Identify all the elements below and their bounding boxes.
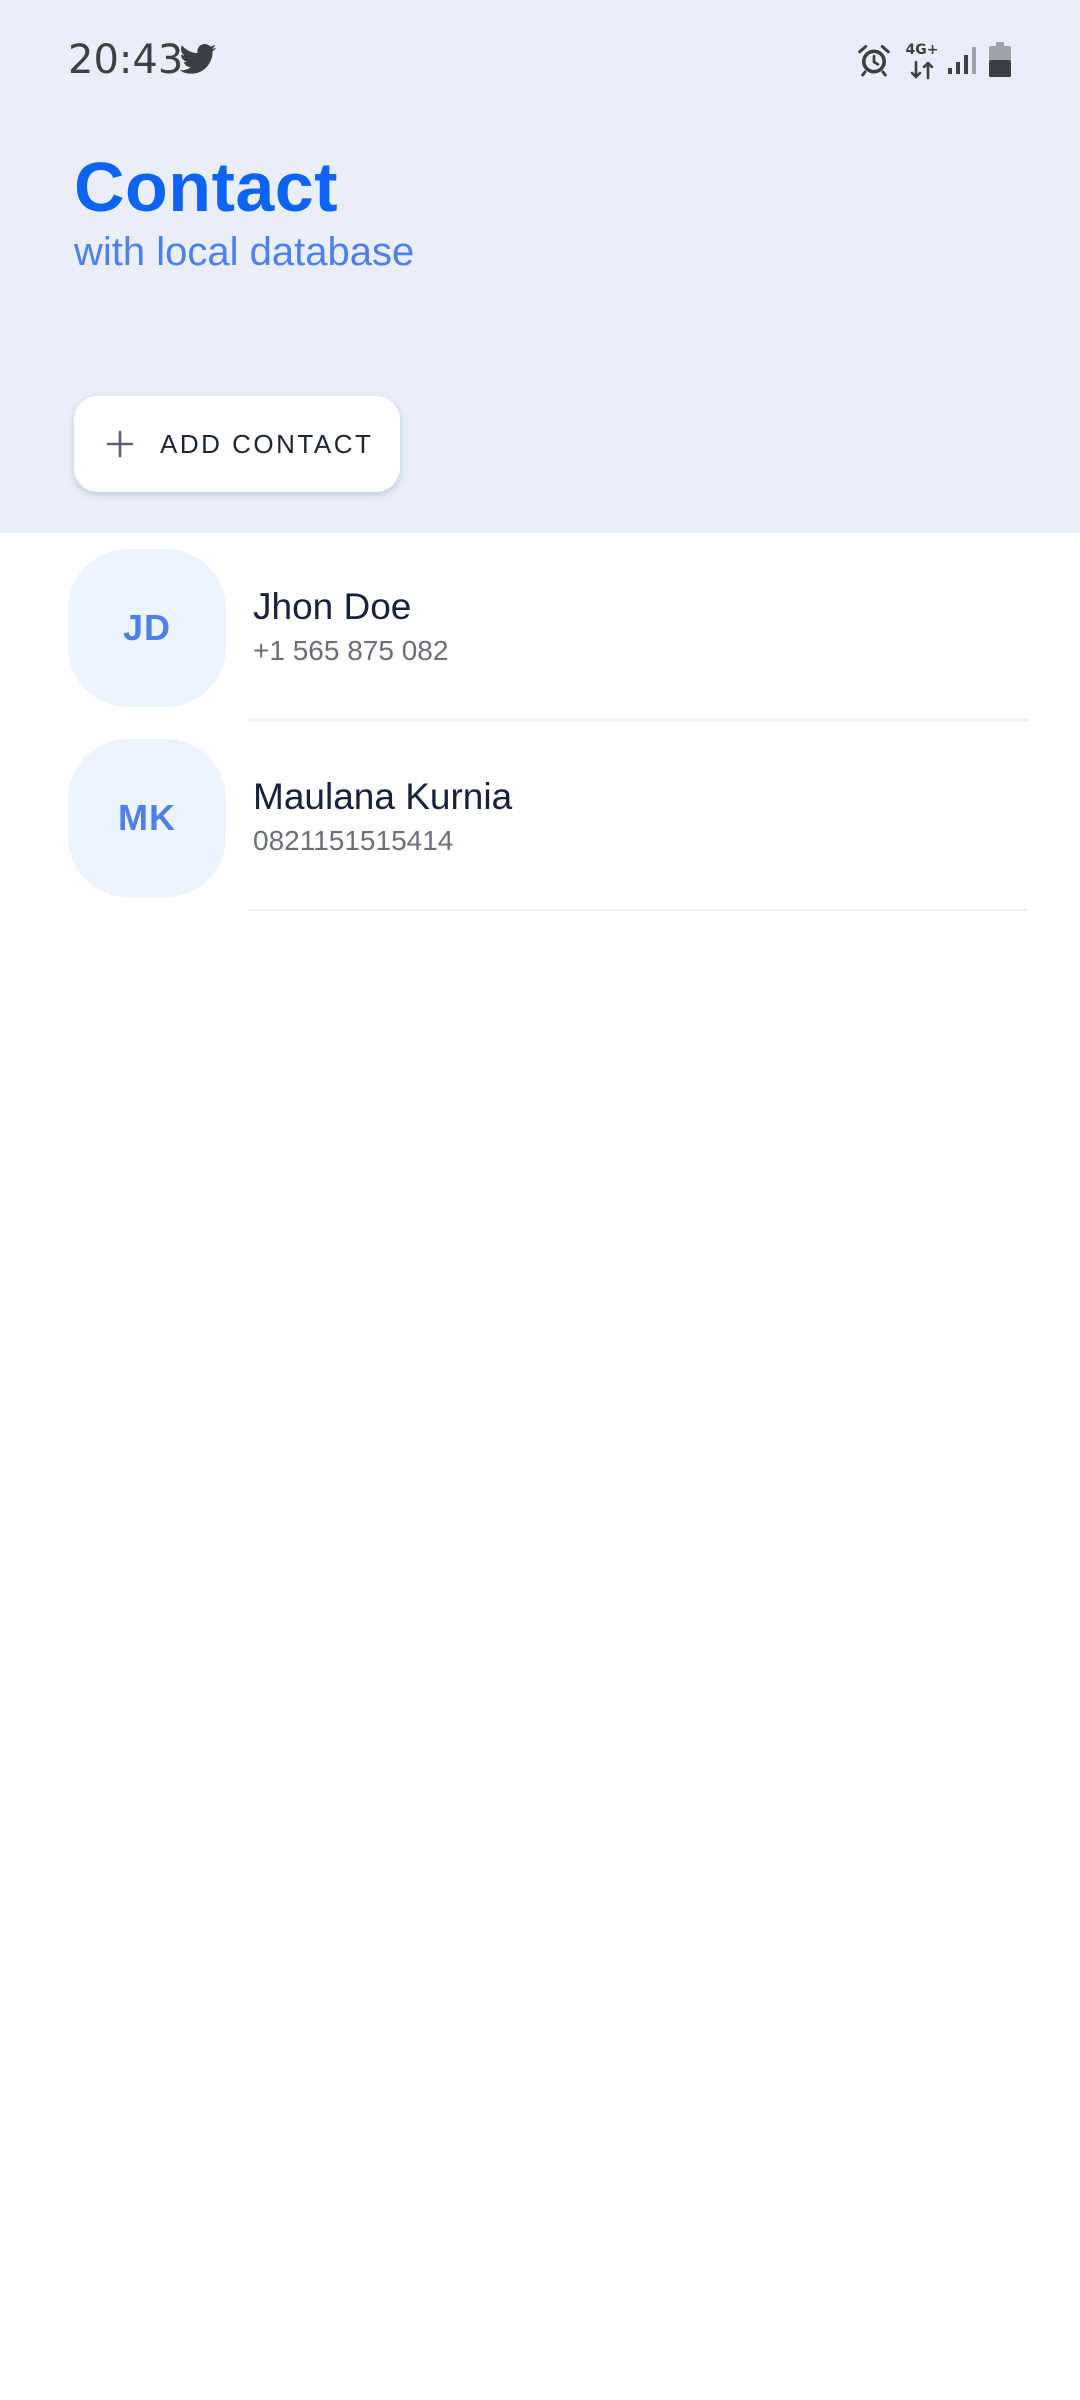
plus-icon: [106, 430, 134, 458]
contact-item-jhon-doe[interactable]: JD Jhon Doe +1 565 875 082: [0, 533, 1080, 723]
add-contact-button[interactable]: ADD CONTACT: [74, 396, 400, 492]
header: 20:43 4G+ Contact with local database AD…: [0, 0, 1080, 533]
contact-phone: 0821151515414: [253, 825, 454, 856]
avatar: MK: [68, 739, 226, 897]
divider: [248, 909, 1028, 911]
twitter-icon: [179, 44, 217, 74]
divider: [248, 719, 1028, 721]
network-label: 4G+: [905, 42, 939, 58]
add-contact-label: ADD CONTACT: [160, 429, 374, 459]
contact-item-maulana-kurnia[interactable]: MK Maulana Kurnia 0821151515414: [0, 723, 1080, 913]
status-bar: 20:43 4G+: [0, 0, 1080, 120]
status-time: 20:43: [68, 37, 184, 83]
signal-icon: [948, 47, 976, 74]
contact-name: Maulana Kurnia: [253, 776, 513, 817]
contact-phone: +1 565 875 082: [253, 635, 449, 666]
page-title: Contact: [74, 148, 339, 226]
avatar: JD: [68, 549, 226, 707]
contact-name: Jhon Doe: [253, 586, 412, 627]
battery-icon: [989, 42, 1011, 77]
page-subtitle: with local database: [74, 230, 415, 274]
network-4g-icon: 4G+: [904, 42, 940, 82]
alarm-icon: [858, 45, 890, 77]
